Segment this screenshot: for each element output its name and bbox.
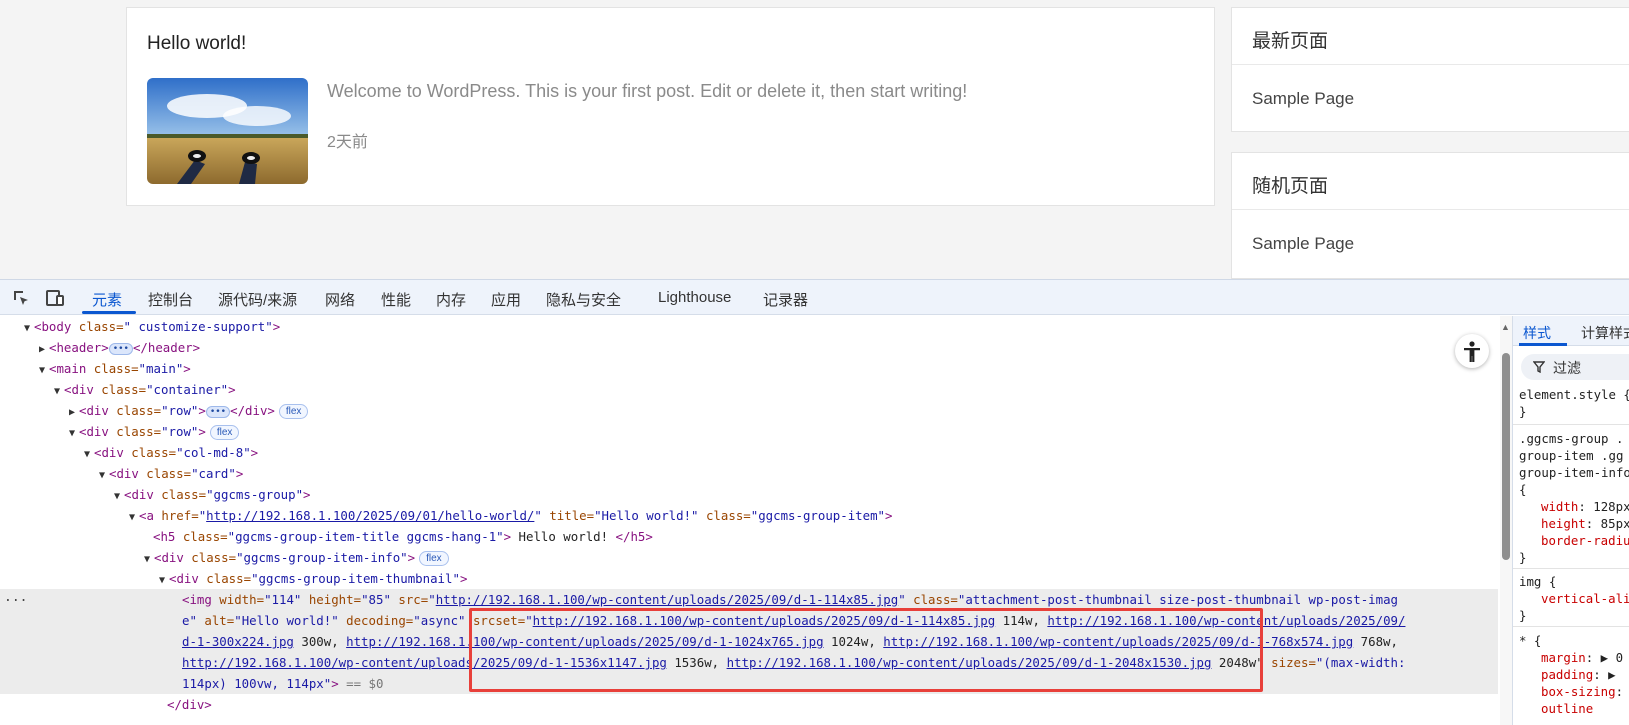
more-options-icon[interactable]: ... [4, 587, 27, 608]
expanded-triangle-icon[interactable]: ▼ [84, 444, 94, 465]
css-declaration-vertical-align[interactable]: vertical-align [1541, 590, 1629, 607]
filter-icon [1533, 361, 1545, 373]
flex-badge[interactable]: flex [278, 404, 309, 419]
css-declaration-border-radius[interactable]: border-radius [1541, 532, 1629, 549]
expanded-triangle-icon[interactable]: ▼ [99, 465, 109, 486]
tab-console[interactable]: 控制台 [148, 289, 193, 310]
dom-node-row[interactable]: ▼ <div class="row"> flex [0, 421, 1498, 442]
styles-pane: 样式 计算样式 过滤 element.style { } .ggcms-grou… [1512, 316, 1629, 725]
dom-node-item-info[interactable]: ▼ <div class="ggcms-group-item-info"> flex [0, 547, 1498, 568]
expanded-triangle-icon[interactable]: ▼ [39, 360, 49, 381]
tab-privacy-security[interactable]: 隐私与安全 [546, 289, 621, 310]
expanded-triangle-icon[interactable]: ▼ [54, 381, 64, 402]
flex-badge[interactable]: flex [209, 425, 240, 440]
widget-title: 最新页面 [1232, 8, 1629, 65]
dom-node-main[interactable]: ▼ <main class="main"> [0, 358, 1498, 379]
css-declaration-padding[interactable]: padding: ▶ [1541, 666, 1616, 683]
rule-divider [1513, 626, 1629, 627]
post-time: 2天前 [327, 134, 368, 151]
widget-title: 随机页面 [1232, 153, 1629, 210]
tab-memory[interactable]: 内存 [436, 289, 466, 310]
rule-divider [1513, 424, 1629, 425]
css-brace: { [1519, 482, 1527, 497]
css-brace: } [1519, 404, 1527, 419]
device-toolbar-icon[interactable] [45, 288, 65, 308]
post-title[interactable]: Hello world! [147, 33, 246, 55]
css-selector-element-style[interactable]: element.style { [1519, 386, 1629, 403]
dom-node-h5[interactable]: <h5 class="ggcms-group-item-title ggcms-… [0, 526, 1498, 547]
dom-tree-scroll-thumb[interactable] [1502, 353, 1510, 560]
active-tab-indicator [1519, 343, 1567, 346]
tab-network[interactable]: 网络 [325, 289, 355, 310]
expanded-triangle-icon[interactable]: ▼ [69, 423, 79, 444]
collapsed-triangle-icon[interactable]: ▶ [69, 402, 79, 423]
post-card[interactable]: Hello world! Welcome to WordPress. This … [126, 7, 1215, 206]
dom-node-col-md-8[interactable]: ▼ <div class="col-md-8"> [0, 442, 1498, 463]
css-selector[interactable]: .ggcms-group . [1519, 430, 1623, 447]
dom-node-img-selected[interactable]: ... <img width="114" height="85" src="ht… [0, 589, 1498, 610]
dom-node-row[interactable]: ▶ <div class="row"> ••• </div> flex [0, 400, 1498, 421]
href-link[interactable]: http://192.168.1.100/2025/09/01/hello-wo… [206, 508, 534, 523]
webpage-viewport: Hello world! Welcome to WordPress. This … [0, 0, 1629, 279]
rule-divider [1513, 568, 1629, 569]
devtools-toolbar: 元素 控制台 源代码/来源 网络 性能 内存 应用 隐私与安全 Lighthou… [0, 280, 1629, 315]
css-declaration-margin[interactable]: margin: ▶ 0 [1541, 649, 1623, 666]
widget-latest-pages: 最新页面 Sample Page [1231, 7, 1629, 132]
styles-pane-tabs: 样式 计算样式 [1513, 316, 1629, 346]
ellipsis-expand-icon[interactable]: ••• [108, 343, 133, 355]
tab-sources[interactable]: 源代码/来源 [218, 289, 297, 310]
widget-link-sample-page[interactable]: Sample Page [1232, 65, 1629, 131]
img-src-link[interactable]: http://192.168.1.100/wp-content/uploads/… [436, 592, 899, 607]
ellipsis-expand-icon[interactable]: ••• [205, 406, 231, 418]
post-excerpt: Welcome to WordPress. This is your first… [327, 81, 968, 101]
tab-computed[interactable]: 计算样式 [1581, 323, 1629, 343]
css-brace: } [1519, 550, 1527, 565]
dom-node-item-thumbnail[interactable]: ▼ <div class="ggcms-group-item-thumbnail"… [0, 568, 1498, 589]
css-declaration-box-sizing[interactable]: box-sizing: ▶ [1541, 683, 1629, 700]
dom-node-body[interactable]: ▼ <body class=" customize-support"> [0, 316, 1498, 337]
expanded-triangle-icon[interactable]: ▼ [129, 507, 139, 528]
tab-styles[interactable]: 样式 [1523, 323, 1551, 343]
flex-badge[interactable]: flex [419, 551, 449, 566]
inspect-element-icon[interactable] [11, 288, 31, 308]
tab-application[interactable]: 应用 [491, 289, 521, 310]
highlight-annotation-box [469, 608, 1263, 692]
tab-lighthouse[interactable]: Lighthouse [658, 289, 731, 306]
css-selector-universal[interactable]: * { [1519, 632, 1541, 649]
collapsed-triangle-icon[interactable]: ▶ [39, 339, 49, 360]
dom-node-anchor[interactable]: ▼ <a href="http://192.168.1.100/2025/09/0… [0, 505, 1498, 526]
expanded-triangle-icon[interactable]: ▼ [24, 318, 34, 339]
thumbnail-image [147, 78, 308, 184]
accessibility-icon [1464, 341, 1480, 362]
styles-filter-input[interactable]: 过滤 [1521, 354, 1629, 380]
dom-node-card[interactable]: ▼ <div class="card"> [0, 463, 1498, 484]
dom-node-ggcms-group[interactable]: ▼ <div class="ggcms-group"> [0, 484, 1498, 505]
widget-link-sample-page[interactable]: Sample Page [1232, 210, 1629, 276]
dom-node-div-close[interactable]: </div> [0, 694, 1498, 715]
css-selector-img[interactable]: img { [1519, 573, 1556, 590]
css-declaration-height[interactable]: height: 85px [1541, 515, 1629, 532]
css-selector[interactable]: group-item-info [1519, 464, 1629, 481]
dom-node-header[interactable]: ▶ <header> ••• </header> [0, 337, 1498, 358]
accessibility-button[interactable] [1455, 334, 1489, 368]
css-brace: } [1519, 608, 1527, 623]
post-thumbnail[interactable] [147, 78, 308, 184]
srcset-link[interactable]: d-1-300x224.jpg [182, 634, 294, 649]
widget-random-pages: 随机页面 Sample Page [1231, 152, 1629, 279]
expanded-triangle-icon[interactable]: ▼ [144, 549, 154, 570]
css-declaration-outline[interactable]: outline [1541, 700, 1593, 717]
css-selector[interactable]: group-item .gg [1519, 447, 1623, 464]
filter-label: 过滤 [1553, 360, 1581, 376]
active-tab-indicator [82, 311, 136, 314]
css-declaration-width[interactable]: width: 128px [1541, 498, 1629, 515]
tab-performance[interactable]: 性能 [381, 289, 411, 310]
expanded-triangle-icon[interactable]: ▼ [114, 486, 124, 507]
scroll-up-arrow-icon[interactable]: ▲ [1501, 322, 1510, 332]
tab-recorder[interactable]: 记录器 [763, 289, 808, 310]
expanded-triangle-icon[interactable]: ▼ [159, 570, 169, 591]
tab-elements[interactable]: 元素 [92, 289, 122, 310]
dom-node-container[interactable]: ▼ <div class="container"> [0, 379, 1498, 400]
